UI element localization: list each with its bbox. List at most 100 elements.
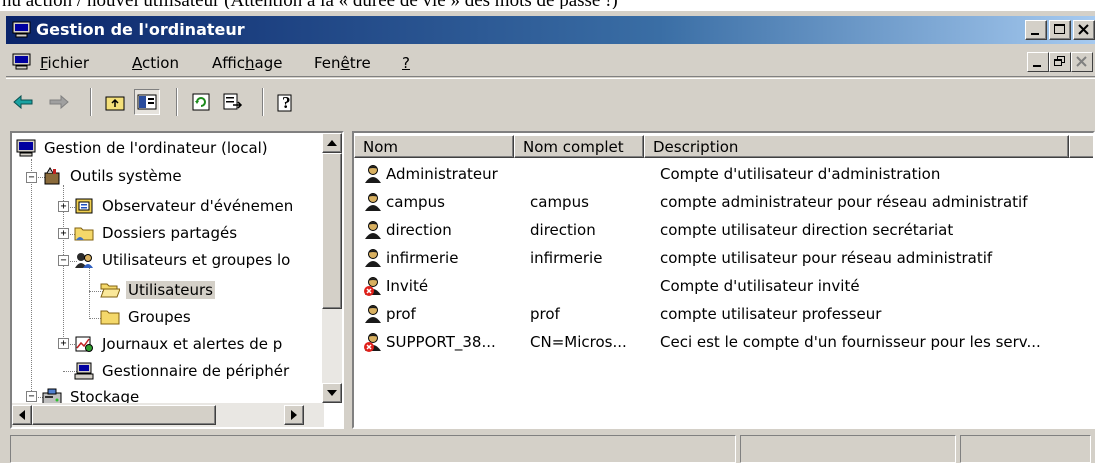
column-header-description[interactable]: Description (644, 135, 1069, 158)
table-row[interactable]: Invité Compte d'utilisateur invité (362, 273, 1082, 301)
table-row[interactable]: SUPPORT_38... CN=Micros... Ceci est le com… (362, 329, 1082, 357)
tree-node-local-users[interactable]: Utilisateurs et groupes lo (74, 247, 292, 273)
minimize-icon (1031, 33, 1039, 35)
title-bar[interactable]: Gestion de l'ordinateur (6, 16, 1095, 44)
performance-logs-icon (75, 336, 93, 352)
column-header-nom-complet[interactable]: Nom complet (514, 135, 644, 158)
tree-node-root[interactable]: Gestion de l'ordinateur (local) (16, 135, 270, 161)
folder-icon (100, 310, 120, 325)
close-button[interactable] (1073, 20, 1095, 40)
tree-node-shared-folders[interactable]: Dossiers partagés (74, 220, 239, 246)
user-full-name: infirmerie (530, 249, 603, 267)
tree-node-groups[interactable]: Groupes (100, 304, 193, 330)
event-viewer-icon (75, 198, 93, 214)
user-description: Ceci est le compte d'un fournisseur pour… (660, 333, 1041, 351)
menu-action[interactable]: Action (132, 54, 179, 72)
maximize-button[interactable] (1049, 20, 1071, 40)
scroll-up-button[interactable] (322, 133, 342, 153)
status-bar (6, 433, 1095, 463)
tree-node-users[interactable]: Utilisateurs (100, 277, 215, 303)
column-header-nom[interactable]: Nom (354, 135, 514, 158)
user-description: compte utilisateur pour réseau administr… (660, 249, 993, 267)
computer-management-icon (12, 21, 31, 38)
users-list-pane[interactable]: Nom Nom complet Description Administrate… (352, 131, 1095, 429)
scroll-right-button[interactable] (284, 405, 304, 425)
menu-fichier[interactable]: Fichier (40, 54, 89, 72)
child-close-button[interactable] (1071, 52, 1093, 72)
column-header-filler (1069, 135, 1093, 158)
tree-node-perf-logs[interactable]: Journaux et alertes de p (74, 331, 284, 357)
expand-shared-folders[interactable]: + (58, 228, 69, 239)
help-button[interactable]: ? (274, 89, 300, 115)
toolbar-separator (262, 88, 264, 116)
forward-button[interactable] (46, 89, 72, 115)
tree-node-storage[interactable]: Stockage (42, 384, 141, 403)
tree-node-device-manager[interactable]: Gestionnaire de périphér (74, 358, 291, 384)
toolbar-separator (90, 88, 92, 116)
scroll-left-button[interactable] (12, 405, 32, 425)
tree-vertical-scrollbar[interactable] (322, 133, 342, 403)
tree-label: Outils système (70, 167, 182, 185)
user-name: campus (386, 193, 445, 211)
collapse-storage[interactable]: − (26, 391, 37, 402)
collapse-local-users[interactable]: − (58, 255, 69, 266)
tree-node-system-tools[interactable]: Outils système (42, 163, 184, 189)
tree-node-event-viewer[interactable]: Observateur d'événemen (74, 193, 295, 219)
table-row[interactable]: infirmerie infirmerie compte utilisateur p… (362, 245, 1082, 273)
expand-event-viewer[interactable]: + (58, 201, 69, 212)
users-groups-icon (75, 253, 93, 268)
tree-label: Observateur d'événemen (102, 197, 294, 215)
tree-content: − + + − + − Gestion de l'ordinateur (loc… (12, 133, 324, 403)
table-row[interactable]: direction direction compte utilisateur dir… (362, 217, 1082, 245)
console-tree-pane[interactable]: − + + − + − Gestion de l'ordinateur (loc… (10, 131, 344, 429)
status-panel (740, 435, 956, 463)
arrow-left-icon (19, 410, 25, 420)
user-icon (365, 165, 381, 183)
tree-line (89, 267, 90, 319)
user-name: direction (386, 221, 452, 239)
storage-icon (42, 388, 62, 403)
collapse-system-tools[interactable]: − (26, 172, 37, 183)
menu-help[interactable]: ? (402, 54, 410, 72)
export-list-button[interactable] (220, 89, 246, 115)
restore-icon (1054, 56, 1065, 66)
back-arrow-icon (13, 94, 33, 110)
computer-management-icon (16, 139, 36, 157)
disabled-user-icon (364, 333, 381, 352)
menu-fenetre[interactable]: Fenêtre (314, 54, 371, 72)
menu-affichage[interactable]: Affichage (212, 54, 282, 72)
console-icon[interactable] (12, 53, 31, 70)
user-full-name: CN=Micros... (530, 333, 627, 351)
user-description: compte utilisateur direction secrétariat (660, 221, 954, 239)
expand-perf-logs[interactable]: + (58, 338, 69, 349)
tree-label: Groupes (128, 308, 191, 326)
tree-horizontal-scrollbar[interactable] (12, 403, 324, 427)
export-list-icon (223, 93, 243, 110)
tree-label: Gestion de l'ordinateur (local) (44, 139, 268, 157)
device-manager-icon (74, 362, 94, 380)
status-panel-main (10, 435, 736, 463)
table-row[interactable]: Administrateur Compte d'utilisateur d'adm… (362, 161, 1082, 189)
user-name: Invité (386, 277, 429, 295)
child-restore-button[interactable] (1049, 52, 1071, 72)
close-icon (1076, 56, 1087, 67)
child-minimize-button[interactable] (1027, 52, 1049, 72)
status-panel (960, 435, 1091, 463)
user-description: Compte d'utilisateur d'administration (660, 165, 941, 183)
scroll-down-button[interactable] (322, 383, 342, 403)
show-tree-button[interactable] (134, 89, 160, 115)
menu-bar: Fichier Action Affichage Fenêtre ? (6, 47, 1095, 77)
back-button[interactable] (10, 89, 36, 115)
tree-label: Journaux et alertes de p (102, 335, 283, 353)
scroll-thumb[interactable] (32, 405, 216, 425)
maximize-icon (1054, 24, 1065, 34)
table-row[interactable]: prof prof compte utilisateur professeur (362, 301, 1082, 329)
refresh-button[interactable] (188, 89, 214, 115)
up-one-level-button[interactable] (102, 89, 128, 115)
minimize-button[interactable] (1025, 20, 1047, 40)
scroll-thumb[interactable] (322, 153, 342, 309)
user-full-name: campus (530, 193, 589, 211)
table-row[interactable]: campus campus compte administrateur pour r… (362, 189, 1082, 217)
close-icon (1078, 24, 1089, 35)
document-caption-fragment: nu action / nouvel utilisateur (Attentio… (0, 0, 1095, 9)
